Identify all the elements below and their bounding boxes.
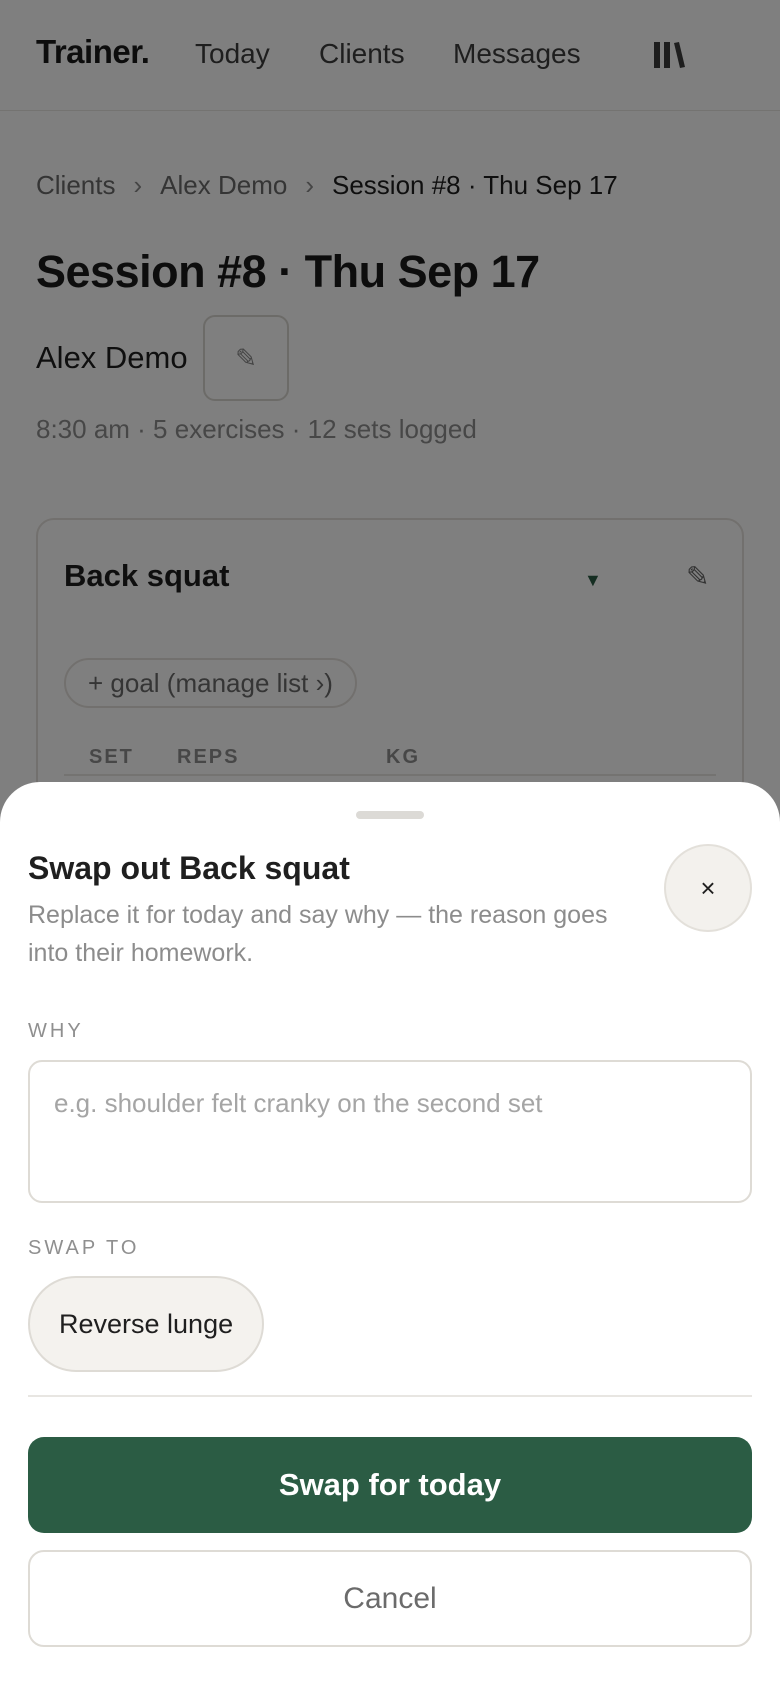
sheet-grabber[interactable]: [356, 811, 424, 819]
sheet-title: Swap out Back squat: [28, 850, 350, 886]
session-page: Trainer. Today Clients Messages Clients …: [0, 0, 780, 1688]
divider: [28, 1395, 752, 1397]
why-input[interactable]: [28, 1060, 752, 1203]
cancel-button[interactable]: Cancel: [28, 1550, 752, 1647]
close-icon: ×: [700, 872, 716, 903]
swap-to-label: SWAP TO: [28, 1237, 140, 1259]
swap-for-today-button[interactable]: Swap for today: [28, 1437, 752, 1533]
sheet-subtitle: Replace it for today and say why — the r…: [28, 901, 608, 967]
close-button[interactable]: ×: [664, 844, 752, 932]
why-label: WHY: [28, 1020, 84, 1042]
swap-bottom-sheet: Swap out Back squat Replace it for today…: [0, 782, 780, 1688]
swap-option-chip[interactable]: Reverse lunge: [28, 1276, 265, 1372]
